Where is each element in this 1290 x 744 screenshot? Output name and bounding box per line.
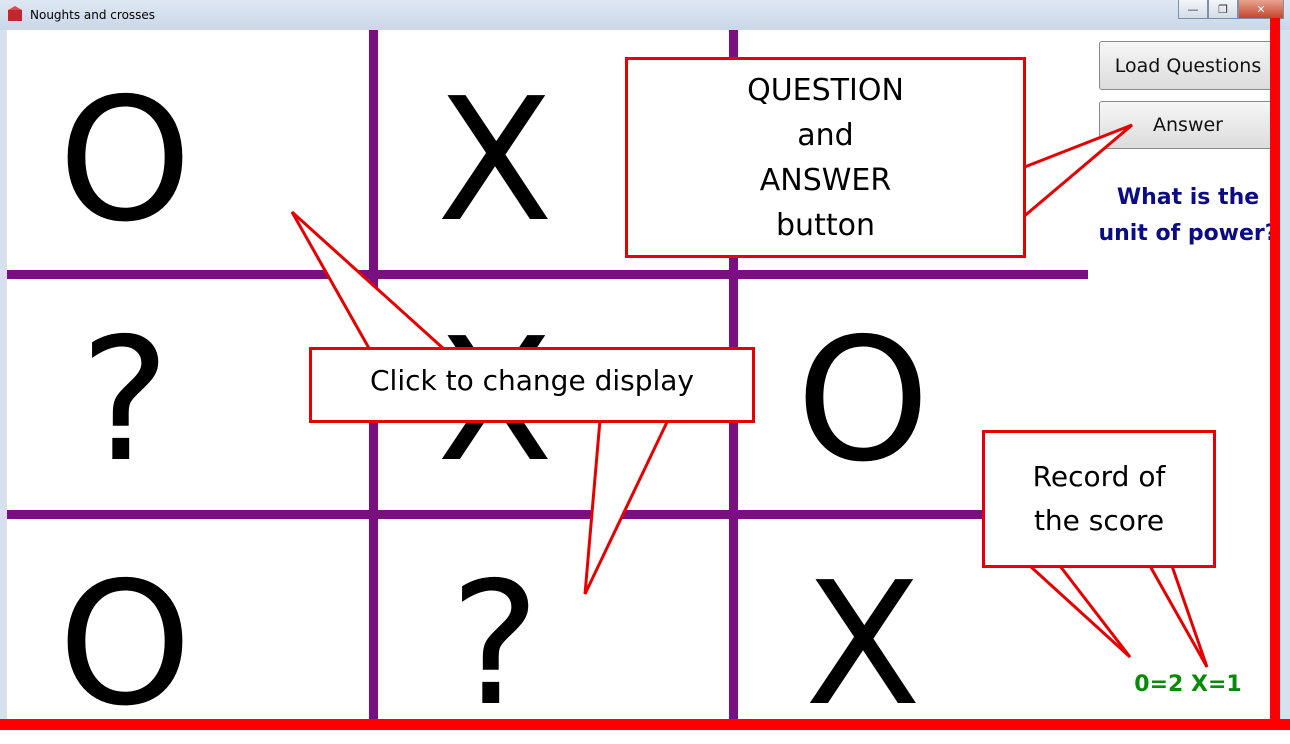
maximize-button[interactable]: ❐ <box>1208 0 1238 19</box>
qa-callout: QUESTION and ANSWER button <box>625 57 1026 258</box>
close-button[interactable]: ✕ <box>1238 0 1284 19</box>
load-questions-button[interactable]: Load Questions <box>1099 41 1277 90</box>
highlight-border-bottom <box>0 719 1290 730</box>
window-controls: — ❐ ✕ <box>1178 0 1284 19</box>
title-bar: Noughts and crosses — ❐ ✕ <box>0 0 1290 30</box>
qa-callout-line-2: and <box>797 117 854 153</box>
qa-callout-line-3: ANSWER <box>759 162 892 198</box>
qa-callout-line-4: button <box>776 207 875 243</box>
board-cell-6[interactable]: O <box>758 316 968 486</box>
record-callout-tail-left <box>1026 564 1132 659</box>
board-cell-7[interactable]: O <box>20 560 230 730</box>
window-frame-right <box>1280 30 1290 730</box>
record-callout-tail-right <box>1147 564 1209 668</box>
window-frame-left <box>0 30 7 730</box>
minimize-button[interactable]: — <box>1178 0 1208 19</box>
grid-line-horizontal-1 <box>7 270 1088 279</box>
board-cell-1[interactable]: O <box>20 76 230 246</box>
record-callout-line-2: the score <box>1033 504 1165 537</box>
grid-line-vertical-1 <box>369 30 378 720</box>
highlight-border-right <box>1270 18 1280 730</box>
board-cell-4[interactable]: ? <box>20 316 230 486</box>
board-cell-8[interactable]: ? <box>390 560 600 730</box>
app-icon <box>8 6 22 21</box>
answer-button[interactable]: Answer <box>1099 101 1277 149</box>
grid-line-vertical-2 <box>729 30 738 720</box>
qa-callout-line-1: QUESTION <box>747 72 904 108</box>
grid-line-horizontal-2 <box>7 510 1017 519</box>
window-title: Noughts and crosses <box>30 8 156 22</box>
question-text: What is the unit of power? <box>1098 185 1278 246</box>
record-callout-line-1: Record of <box>1032 460 1166 493</box>
board-cell-2[interactable]: X <box>390 76 600 246</box>
record-callout: Record of the score <box>982 430 1216 568</box>
board-cell-9[interactable]: X <box>758 560 968 730</box>
score-display: 0=2 X=1 <box>1134 672 1242 697</box>
board-cell-5[interactable]: X <box>390 316 600 486</box>
